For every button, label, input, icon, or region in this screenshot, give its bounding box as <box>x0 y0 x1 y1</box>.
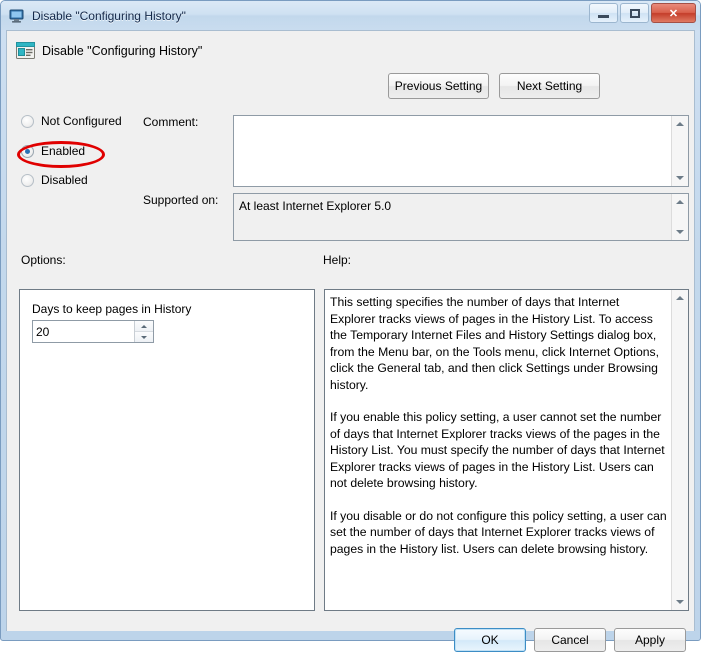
help-paragraph: If you enable this policy setting, a use… <box>330 410 665 490</box>
supported-scroll-up-icon[interactable] <box>672 194 688 210</box>
radio-enabled-indicator[interactable] <box>21 144 34 158</box>
minimize-icon <box>598 14 609 18</box>
policy-setting-icon <box>15 40 36 61</box>
policy-monitor-icon <box>9 8 25 24</box>
window-controls: ✕ <box>589 3 696 23</box>
radio-not-configured-indicator[interactable] <box>21 114 34 128</box>
help-paragraph: This setting specifies the number of day… <box>330 295 660 392</box>
spinner-up-icon[interactable] <box>135 321 153 331</box>
supported-on-field: At least Internet Explorer 5.0 <box>233 193 689 241</box>
cancel-button[interactable]: Cancel <box>534 628 606 652</box>
comment-textarea[interactable] <box>233 115 689 187</box>
comment-scroll-down-icon[interactable] <box>672 170 688 186</box>
help-scroll-up-icon[interactable] <box>672 290 688 306</box>
window-title: Disable "Configuring History" <box>32 8 186 23</box>
dialog-client-area: Disable "Configuring History" Previous S… <box>6 30 695 652</box>
close-button[interactable]: ✕ <box>651 3 696 23</box>
help-label: Help: <box>323 253 352 267</box>
maximize-button[interactable] <box>620 3 649 23</box>
ok-button[interactable]: OK <box>454 628 526 652</box>
options-panel: Days to keep pages in History 20 <box>19 289 315 611</box>
options-label: Options: <box>21 253 66 267</box>
maximize-icon <box>629 8 640 18</box>
radio-not-configured[interactable]: Not Configured <box>21 114 122 128</box>
days-to-keep-spinner[interactable]: 20 <box>32 320 154 343</box>
comment-label: Comment: <box>143 115 199 129</box>
minimize-button[interactable] <box>589 3 618 23</box>
comment-scrollbar[interactable] <box>671 116 688 186</box>
days-to-keep-input[interactable]: 20 <box>33 321 134 342</box>
radio-disabled-label: Disabled <box>41 173 88 187</box>
setting-title: Disable "Configuring History" <box>42 44 203 58</box>
spinner-buttons <box>134 321 153 342</box>
help-scroll-down-icon[interactable] <box>672 594 688 610</box>
radio-enabled-label: Enabled <box>41 144 86 158</box>
radio-not-configured-label: Not Configured <box>41 114 122 128</box>
apply-button[interactable]: Apply <box>614 628 686 652</box>
close-icon: ✕ <box>668 7 679 20</box>
title-bar[interactable]: Disable "Configuring History" ✕ <box>1 1 700 30</box>
comment-scroll-up-icon[interactable] <box>672 116 688 132</box>
help-text-body: This setting specifies the number of day… <box>330 294 667 557</box>
previous-setting-button[interactable]: Previous Setting <box>388 73 489 99</box>
days-to-keep-label: Days to keep pages in History <box>32 302 192 316</box>
next-setting-button[interactable]: Next Setting <box>499 73 600 99</box>
supported-on-scrollbar[interactable] <box>671 194 688 240</box>
supported-scroll-down-icon[interactable] <box>672 224 688 240</box>
policy-setting-dialog: Disable "Configuring History" ✕ Disable … <box>0 0 701 652</box>
radio-disabled-indicator[interactable] <box>21 173 34 187</box>
spinner-down-icon[interactable] <box>135 331 153 342</box>
help-paragraph: If you disable or do not configure this … <box>330 508 667 556</box>
help-scrollbar[interactable] <box>671 290 688 610</box>
help-panel: This setting specifies the number of day… <box>324 289 689 611</box>
supported-on-value: At least Internet Explorer 5.0 <box>239 199 392 213</box>
supported-on-label: Supported on: <box>143 193 219 207</box>
radio-disabled[interactable]: Disabled <box>21 173 88 187</box>
radio-enabled[interactable]: Enabled <box>21 144 85 158</box>
